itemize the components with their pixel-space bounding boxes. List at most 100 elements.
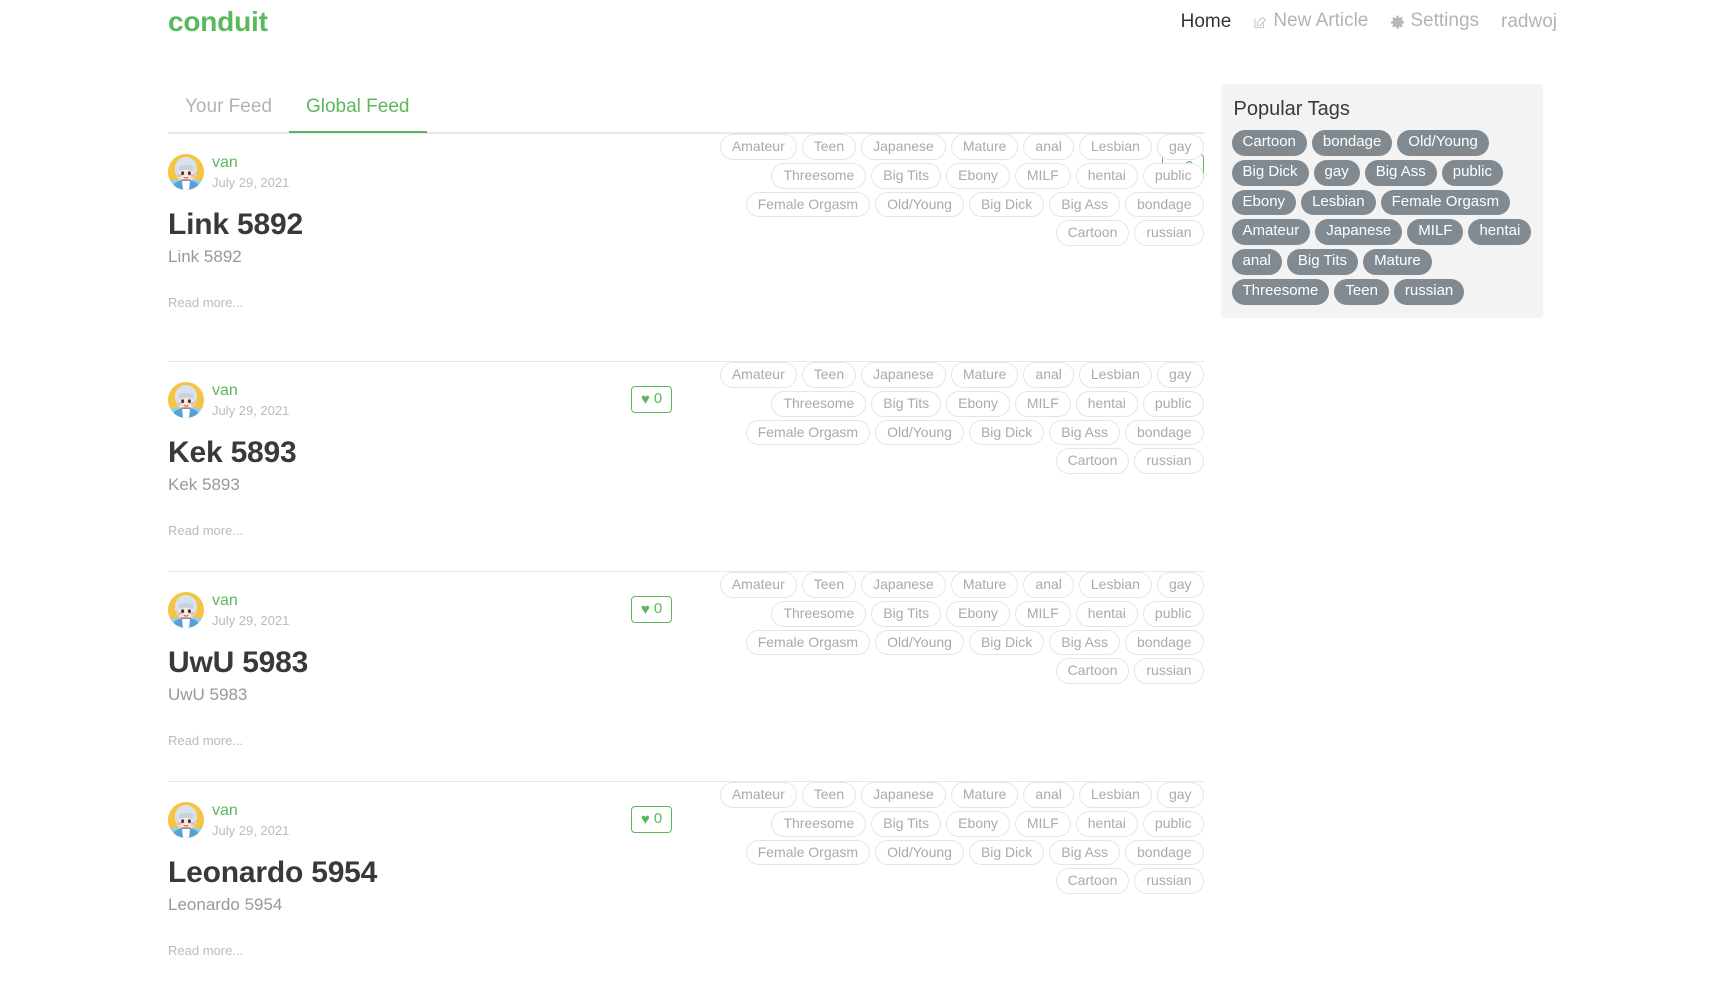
article-tag: public xyxy=(1142,600,1204,627)
popular-tag[interactable]: Big Dick xyxy=(1231,159,1309,186)
nav-link-home[interactable]: Home xyxy=(1170,12,1243,31)
article-tag: Big Dick xyxy=(968,191,1045,218)
article-tag-label: Mature xyxy=(950,782,1019,808)
article-tag: Female Orgasm xyxy=(745,419,871,446)
article-tag-label: russian xyxy=(1134,658,1204,685)
popular-tag[interactable]: Lesbian xyxy=(1301,189,1376,216)
popular-tag[interactable]: gay xyxy=(1313,159,1360,186)
heart-icon: ♥ xyxy=(641,390,650,408)
article-tag-label: Ebony xyxy=(946,810,1010,837)
article-tag: Threesome xyxy=(771,600,867,627)
article-description: Kek 5893 xyxy=(168,474,240,494)
popular-tag[interactable]: Big Tits xyxy=(1286,249,1359,275)
popular-tag[interactable]: MILF xyxy=(1407,219,1464,245)
nav-link-new-article[interactable]: New Article xyxy=(1242,11,1379,30)
popular-tag[interactable]: bondage xyxy=(1311,130,1393,156)
article-tag-label: Mature xyxy=(950,572,1019,598)
popular-tag[interactable]: public xyxy=(1441,159,1503,186)
avatar[interactable] xyxy=(168,592,204,628)
main-navbar: conduit Home New Article Settings radwoj xyxy=(0,0,1736,44)
article-author[interactable]: van xyxy=(212,153,289,172)
article-tag-label: Big Dick xyxy=(968,839,1045,866)
popular-tag[interactable]: Teen xyxy=(1334,278,1389,305)
favorite-button[interactable]: ♥ 0 xyxy=(631,386,673,413)
article-tag-label: Japanese xyxy=(861,572,946,598)
popular-tag[interactable]: Female Orgasm xyxy=(1380,189,1511,216)
article-tag: bondage xyxy=(1125,629,1204,656)
article-tag-label: Big Ass xyxy=(1049,629,1120,656)
article-tag: Lesbian xyxy=(1078,782,1152,808)
article-tag: russian xyxy=(1134,448,1204,475)
tab-global-feed[interactable]: Global Feed xyxy=(288,84,427,133)
popular-tag[interactable]: Japanese xyxy=(1315,219,1403,245)
article-tag-label: Old/Young xyxy=(875,191,964,218)
article-tag-label: Mature xyxy=(950,134,1019,160)
article-tag-label: Big Ass xyxy=(1049,419,1120,446)
favorite-button[interactable]: ♥ 0 xyxy=(631,596,673,623)
article-tag-label: hentai xyxy=(1075,162,1138,189)
article-author[interactable]: van xyxy=(212,381,289,400)
popular-tag[interactable]: anal xyxy=(1231,249,1282,275)
read-more-label: Read more... xyxy=(168,294,244,310)
article-tag-label: Female Orgasm xyxy=(745,191,871,218)
article-tag: hentai xyxy=(1075,162,1138,189)
avatar[interactable] xyxy=(168,802,204,838)
article-link[interactable]: UwU 5983 UwU 5983 Read more... Amateur Te… xyxy=(168,572,1204,748)
popular-tag[interactable]: Cartoon xyxy=(1231,130,1307,156)
nav-link-profile[interactable]: radwoj xyxy=(1490,12,1568,31)
article-tag: Mature xyxy=(950,362,1019,388)
article-tag: Big Tits xyxy=(871,162,942,189)
popular-tag[interactable]: Old/Young xyxy=(1397,130,1489,156)
article-tag: Cartoon xyxy=(1055,868,1130,895)
article-author[interactable]: van xyxy=(212,591,289,610)
article-tag-label: Lesbian xyxy=(1078,362,1152,388)
article-tag-label: Big Ass xyxy=(1049,191,1120,218)
avatar[interactable] xyxy=(168,154,204,190)
article-tag: Threesome xyxy=(771,390,867,417)
brand-logo[interactable]: conduit xyxy=(168,8,268,36)
article-preview-footer: Read more... Amateur Teen Japanese Mature an… xyxy=(168,134,1204,310)
article-tag: Female Orgasm xyxy=(745,839,871,866)
popular-tag[interactable]: Amateur xyxy=(1231,219,1311,245)
article-tag-list: Amateur Teen Japanese Mature anal Lesbian gay T… xyxy=(674,572,1204,685)
article-preview: van July 29, 2021 ♥ 0 UwU 5983 UwU 5983 … xyxy=(168,571,1204,781)
popular-tag[interactable]: hentai xyxy=(1468,219,1532,245)
popular-tag[interactable]: Ebony xyxy=(1231,189,1297,216)
avatar-image xyxy=(168,154,204,190)
popular-tag-list: Cartoon bondage Old/Young Big Dick gay Big As… xyxy=(1231,130,1532,305)
article-link[interactable]: Leonardo 5954 Leonardo 5954 Read more...… xyxy=(168,782,1204,958)
popular-tag[interactable]: Mature xyxy=(1363,249,1432,275)
article-preview: van July 29, 2021 ♥ 0 Leonardo 5954 Leon… xyxy=(168,781,1204,991)
article-tag-label: Ebony xyxy=(946,600,1010,627)
article-tag-label: anal xyxy=(1023,572,1074,598)
article-tag: anal xyxy=(1023,362,1074,388)
article-link[interactable]: Kek 5893 Kek 5893 Read more... Amateur Te… xyxy=(168,362,1204,538)
favorite-button[interactable]: ♥ 0 xyxy=(631,806,673,833)
avatar[interactable] xyxy=(168,382,204,418)
article-tag: Mature xyxy=(950,782,1019,808)
home-container: Your Feed Global Feed van July 29, 2021 … xyxy=(163,44,1573,991)
article-tag-label: hentai xyxy=(1075,390,1138,417)
nav-link-settings[interactable]: Settings xyxy=(1379,11,1490,30)
article-author[interactable]: van xyxy=(212,801,289,820)
article-tag: Old/Young xyxy=(875,191,964,218)
article-tag-label: Teen xyxy=(801,782,857,808)
article-tag-label: bondage xyxy=(1125,629,1204,656)
popular-tag[interactable]: Big Ass xyxy=(1364,159,1437,186)
article-tag-label: gay xyxy=(1156,782,1204,808)
tab-your-feed[interactable]: Your Feed xyxy=(168,84,289,133)
article-tag-label: MILF xyxy=(1014,390,1071,417)
article-tag: Threesome xyxy=(771,162,867,189)
article-tag: Old/Young xyxy=(875,629,964,656)
article-link[interactable]: Link 5892 Link 5892 Read more... Amateur… xyxy=(168,134,1204,310)
article-tag: russian xyxy=(1134,658,1204,685)
article-tag: bondage xyxy=(1125,191,1204,218)
article-date: July 29, 2021 xyxy=(212,823,290,839)
popular-tag[interactable]: Threesome xyxy=(1231,278,1330,305)
article-tag: Mature xyxy=(950,572,1019,598)
article-tag: Big Ass xyxy=(1049,191,1120,218)
article-tag: MILF xyxy=(1014,390,1071,417)
heart-icon: ♥ xyxy=(641,810,650,828)
article-tag: Ebony xyxy=(946,600,1010,627)
popular-tag[interactable]: russian xyxy=(1393,278,1465,305)
